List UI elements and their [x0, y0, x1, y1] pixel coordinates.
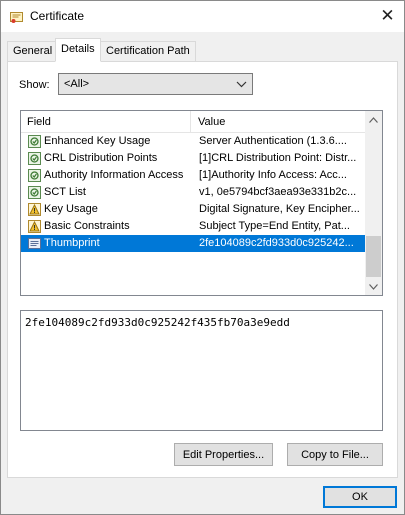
scroll-down-arrow-icon[interactable]	[365, 278, 382, 295]
scrollbar-thumb[interactable]	[366, 236, 381, 277]
button-label: Edit Properties...	[182, 448, 265, 461]
vertical-scrollbar[interactable]	[365, 111, 382, 295]
field-name: SCT List	[44, 186, 86, 198]
extension-icon	[27, 168, 42, 183]
tab-label: Certification Path	[106, 45, 190, 57]
extension-icon	[27, 134, 42, 149]
critical-extension-icon	[27, 202, 42, 217]
extension-icon	[27, 151, 42, 166]
dialog-body: General Details Certification Path Show:…	[1, 32, 404, 514]
show-dropdown[interactable]: <All>	[58, 73, 253, 95]
field-name: CRL Distribution Points	[44, 152, 158, 164]
button-label: OK	[352, 491, 368, 503]
field-value: Digital Signature, Key Encipher...	[199, 203, 360, 215]
column-header-field[interactable]: Field	[21, 111, 191, 133]
certificate-dialog: Certificate ✕ General Details Certificat…	[0, 0, 405, 515]
ok-button[interactable]: OK	[323, 486, 397, 508]
list-item[interactable]: Enhanced Key Usage Server Authentication …	[21, 133, 365, 150]
tab-label: General	[13, 45, 53, 57]
field-name: Enhanced Key Usage	[44, 135, 151, 147]
column-header-value[interactable]: Value	[192, 111, 365, 133]
critical-extension-icon	[27, 219, 42, 234]
property-icon	[27, 236, 42, 251]
list-item[interactable]: Thumbprint 2fe104089c2fd933d0c925242...	[21, 235, 365, 252]
field-value: Subject Type=End Entity, Pat...	[199, 220, 350, 232]
close-button[interactable]: ✕	[371, 1, 404, 31]
tab-certification-path[interactable]: Certification Path	[100, 41, 196, 61]
show-dropdown-value: <All>	[64, 78, 90, 90]
details-panel: Show: <All> Field Value Enhanced Key Usa…	[7, 61, 398, 478]
list-item[interactable]: SCT List v1, 0e5794bcf3aea93e331b2c...	[21, 184, 365, 201]
field-value: v1, 0e5794bcf3aea93e331b2c...	[199, 186, 357, 198]
scroll-up-arrow-icon[interactable]	[365, 111, 382, 128]
tab-details[interactable]: Details	[55, 38, 101, 62]
title-bar: Certificate ✕	[1, 1, 404, 32]
copy-to-file-button[interactable]: Copy to File...	[287, 443, 383, 466]
field-value: 2fe104089c2fd933d0c925242...	[199, 237, 354, 249]
extension-icon	[27, 185, 42, 200]
close-icon: ✕	[380, 6, 395, 26]
show-label: Show:	[19, 79, 50, 91]
field-name: Key Usage	[44, 203, 98, 215]
value-text: 2fe104089c2fd933d0c925242f435fb70a3e9edd	[25, 316, 290, 329]
list-item[interactable]: Authority Information Access [1]Authority…	[21, 167, 365, 184]
certificate-icon	[10, 12, 23, 23]
list-item[interactable]: CRL Distribution Points [1]CRL Distributi…	[21, 150, 365, 167]
field-value: Server Authentication (1.3.6....	[199, 135, 347, 147]
edit-properties-button[interactable]: Edit Properties...	[174, 443, 273, 466]
field-value: [1]CRL Distribution Point: Distr...	[199, 152, 357, 164]
list-item[interactable]: Basic Constraints Subject Type=End Entity…	[21, 218, 365, 235]
field-list[interactable]: Field Value Enhanced Key Usage Server Aut…	[20, 110, 383, 296]
field-value: [1]Authority Info Access: Acc...	[199, 169, 347, 181]
field-name: Authority Information Access	[44, 169, 184, 181]
list-item[interactable]: Key Usage Digital Signature, Key Encipher…	[21, 201, 365, 218]
tab-general[interactable]: General	[7, 41, 59, 61]
field-name: Thumbprint	[44, 237, 100, 249]
value-text-area[interactable]: 2fe104089c2fd933d0c925242f435fb70a3e9edd	[20, 310, 383, 431]
window-title: Certificate	[30, 9, 85, 23]
chevron-down-icon	[236, 77, 247, 94]
field-name: Basic Constraints	[44, 220, 130, 232]
button-label: Copy to File...	[301, 448, 369, 461]
list-header: Field Value	[21, 111, 365, 133]
tab-label: Details	[61, 43, 95, 55]
field-rows: Enhanced Key Usage Server Authentication …	[21, 133, 365, 295]
